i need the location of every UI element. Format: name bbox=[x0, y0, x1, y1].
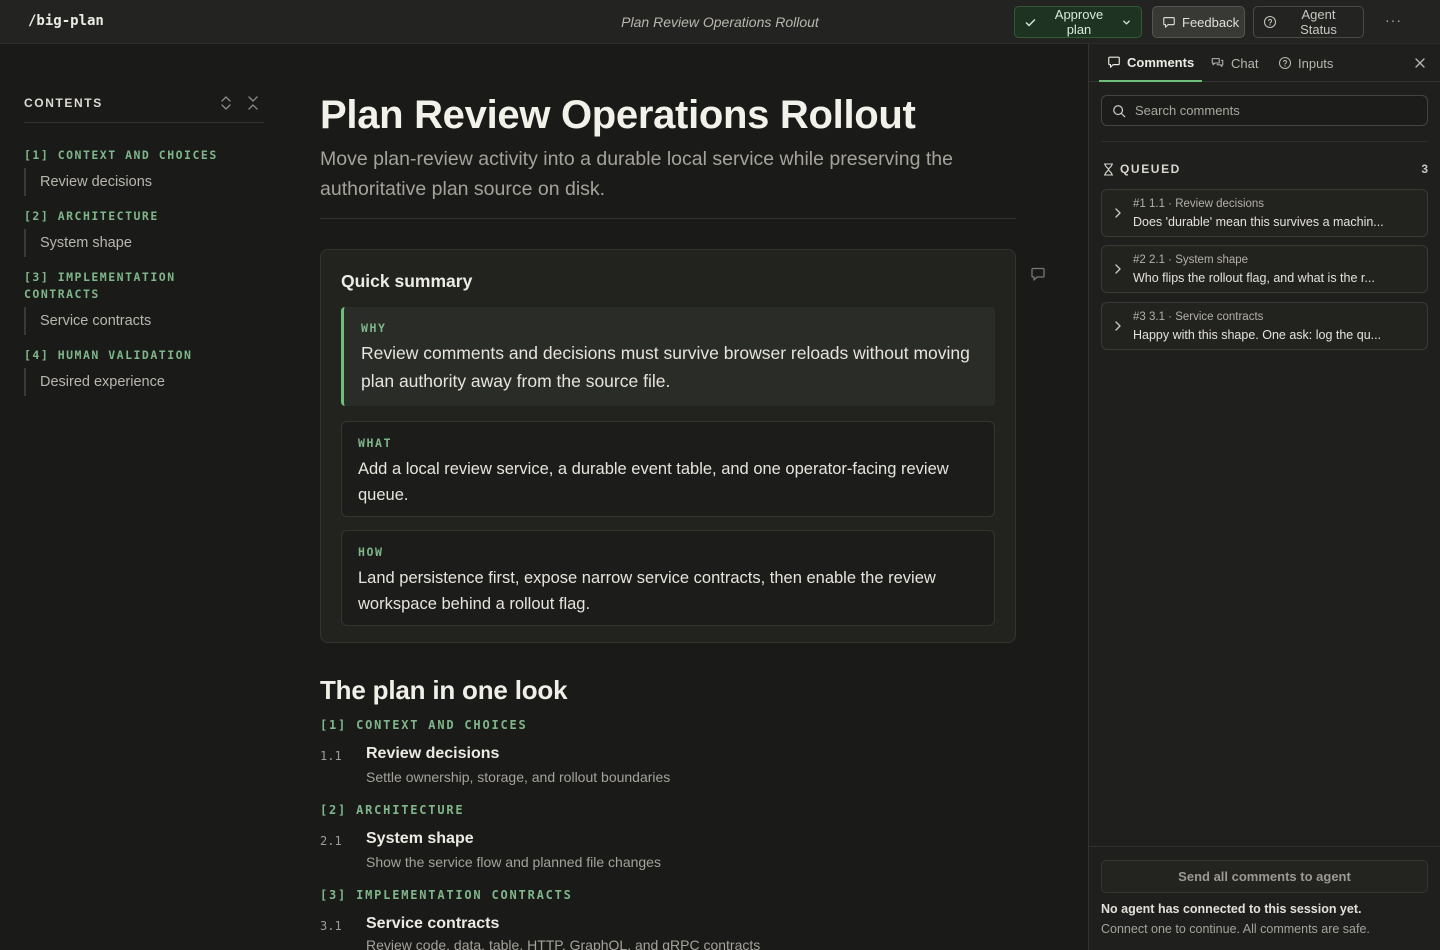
toc-section-implementation[interactable]: [3] IMPLEMENTATION CONTRACTS bbox=[24, 269, 184, 303]
search-comments-input[interactable] bbox=[1135, 103, 1405, 118]
toc-item-system-shape[interactable]: System shape bbox=[24, 229, 244, 257]
queued-label: QUEUED bbox=[1120, 162, 1181, 176]
quick-summary-card: Quick summary WHY Review comments and de… bbox=[320, 249, 1016, 643]
chevron-down-icon bbox=[1123, 20, 1130, 24]
chat-icon bbox=[1211, 58, 1224, 68]
agent-connection-status: No agent has connected to this session y… bbox=[1101, 902, 1362, 916]
toc-divider bbox=[24, 122, 264, 123]
overview-item-number: 2.1 bbox=[320, 834, 342, 848]
title-divider bbox=[320, 218, 1016, 219]
quick-summary-title: Quick summary bbox=[341, 271, 473, 291]
queued-comment-text: Does 'durable' mean this survives a mach… bbox=[1133, 215, 1384, 229]
panel-footer-divider bbox=[1089, 846, 1440, 847]
toc-item-service-contracts[interactable]: Service contracts bbox=[24, 307, 244, 335]
page-title: Plan Review Operations Rollout bbox=[320, 93, 916, 137]
queued-comment-text: Happy with this shape. One ask: log the … bbox=[1133, 328, 1382, 342]
overview-item-description: Review code, data, table, HTTP, GraphQL,… bbox=[366, 937, 761, 950]
page-subtitle: Move plan-review activity into a durable… bbox=[320, 148, 953, 200]
overview-item-review-decisions[interactable]: Review decisions bbox=[366, 745, 499, 763]
tab-chat[interactable]: Chat bbox=[1210, 44, 1258, 82]
search-icon bbox=[1113, 104, 1126, 117]
chevron-right-icon[interactable] bbox=[1112, 320, 1124, 332]
chevron-right-icon[interactable] bbox=[1112, 263, 1124, 275]
comment-icon bbox=[1163, 17, 1175, 28]
help-circle-icon bbox=[1263, 15, 1277, 29]
overview-section-architecture[interactable]: [2] ARCHITECTURE bbox=[320, 803, 464, 817]
approve-plan-label: Approve plan bbox=[1054, 7, 1104, 37]
comments-panel: Comments Chat Inputs QUEUED 3 #1 1.1 · R… bbox=[1088, 44, 1440, 950]
summary-why-label: WHY bbox=[361, 321, 387, 335]
overview-item-number: 3.1 bbox=[320, 919, 342, 933]
overview-item-description: Show the service flow and planned file c… bbox=[366, 854, 661, 870]
tab-inputs-label: Inputs bbox=[1298, 55, 1334, 71]
overview-item-description: Settle ownership, storage, and rollout b… bbox=[366, 769, 671, 785]
summary-how-block: HOW Land persistence first, expose narro… bbox=[341, 530, 995, 626]
expand-all-icon[interactable] bbox=[219, 95, 233, 111]
chevron-right-icon[interactable] bbox=[1112, 207, 1124, 219]
summary-what-block: WHAT Add a local review service, a durab… bbox=[341, 421, 995, 517]
toc-section-human-validation[interactable]: [4] HUMAN VALIDATION bbox=[24, 347, 224, 364]
toc-section-context[interactable]: [1] CONTEXT AND CHOICES bbox=[24, 147, 224, 164]
overview-section-implementation[interactable]: [3] IMPLEMENTATION CONTRACTS bbox=[320, 888, 573, 902]
queued-comment-meta: #3 3.1 · Service contracts bbox=[1133, 311, 1264, 323]
overview-section-context[interactable]: [1] CONTEXT AND CHOICES bbox=[320, 718, 528, 732]
approve-plan-button[interactable]: Approve plan bbox=[1014, 6, 1142, 38]
tab-inputs[interactable]: Inputs bbox=[1278, 44, 1333, 82]
toc-item-review-decisions[interactable]: Review decisions bbox=[24, 168, 244, 196]
queued-comment-meta: #2 2.1 · System shape bbox=[1133, 254, 1249, 266]
comment-icon bbox=[1108, 56, 1120, 68]
toc-section-architecture[interactable]: [2] ARCHITECTURE bbox=[24, 208, 224, 225]
agent-connection-hint: Connect one to continue. All comments ar… bbox=[1101, 922, 1370, 936]
feedback-label: Feedback bbox=[1182, 14, 1240, 30]
help-circle-icon bbox=[1278, 56, 1292, 70]
summary-why-text: Review comments and decisions must survi… bbox=[361, 343, 970, 391]
queued-comment-text: Who flips the rollout flag, and what is … bbox=[1133, 271, 1375, 285]
queued-comment[interactable]: #1 1.1 · Review decisions Does 'durable'… bbox=[1101, 189, 1428, 237]
collapse-all-icon[interactable] bbox=[246, 95, 260, 111]
tab-comments-label: Comments bbox=[1127, 54, 1195, 70]
toc-item-desired-experience[interactable]: Desired experience bbox=[24, 368, 244, 396]
panel-divider bbox=[1101, 141, 1428, 142]
hourglass-icon bbox=[1104, 162, 1113, 176]
check-icon bbox=[1025, 18, 1036, 26]
add-comment-icon[interactable] bbox=[1030, 266, 1046, 282]
queued-header: QUEUED 3 bbox=[1103, 162, 1428, 176]
summary-what-text: Add a local review service, a durable ev… bbox=[358, 460, 949, 504]
search-comments bbox=[1101, 95, 1428, 126]
summary-why-block: WHY Review comments and decisions must s… bbox=[341, 307, 995, 406]
overview-item-service-contracts[interactable]: Service contracts bbox=[366, 915, 499, 933]
summary-how-label: HOW bbox=[358, 545, 384, 559]
overview-item-number: 1.1 bbox=[320, 749, 342, 763]
app-name[interactable]: /big-plan bbox=[28, 13, 104, 29]
more-options-icon[interactable]: ··· bbox=[1385, 12, 1403, 32]
overview-item-system-shape[interactable]: System shape bbox=[366, 830, 474, 848]
queued-comment[interactable]: #3 3.1 · Service contracts Happy with th… bbox=[1101, 302, 1428, 350]
tab-chat-label: Chat bbox=[1231, 55, 1259, 71]
send-all-comments-button[interactable]: Send all comments to agent bbox=[1101, 860, 1428, 893]
queued-comment-meta: #1 1.1 · Review decisions bbox=[1133, 198, 1265, 210]
close-icon[interactable] bbox=[1413, 56, 1427, 70]
queued-count: 3 bbox=[1421, 162, 1428, 176]
feedback-button[interactable]: Feedback bbox=[1152, 6, 1245, 38]
agent-status-button[interactable]: Agent Status bbox=[1253, 6, 1364, 38]
plan-overview-title: The plan in one look bbox=[320, 675, 568, 705]
tab-comments[interactable]: Comments bbox=[1099, 44, 1203, 82]
queued-comment[interactable]: #2 2.1 · System shape Who flips the roll… bbox=[1101, 245, 1428, 293]
top-bar: /big-plan Plan Review Operations Rollout… bbox=[0, 0, 1440, 44]
panel-tabs: Comments Chat Inputs bbox=[1089, 44, 1440, 82]
summary-what-label: WHAT bbox=[358, 436, 393, 450]
agent-status-label: Agent Status bbox=[1300, 7, 1337, 37]
summary-how-text: Land persistence first, expose narrow se… bbox=[358, 569, 936, 613]
